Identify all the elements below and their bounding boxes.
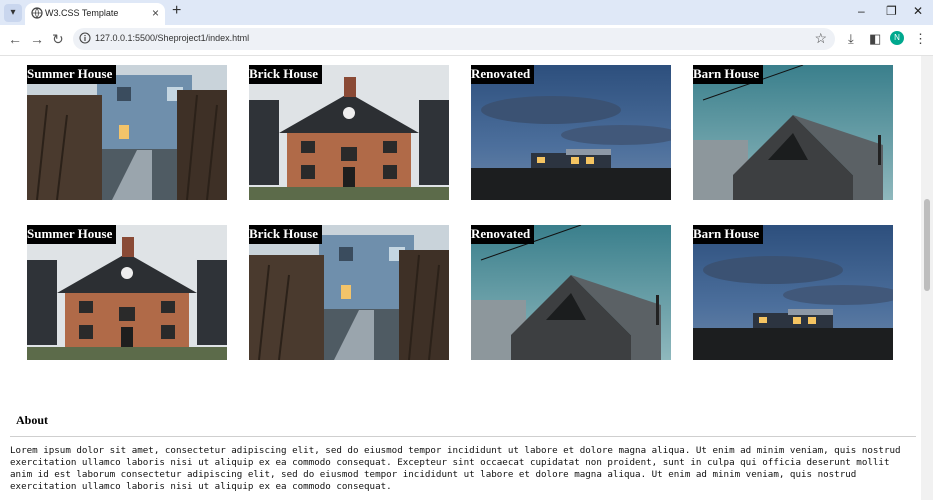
- browser-tab[interactable]: W3.CSS Template ×: [25, 3, 165, 25]
- site-info-icon[interactable]: [79, 32, 91, 44]
- gallery-card-label: Summer House: [27, 225, 117, 244]
- about-paragraph: Lorem ipsum dolor sit amet, consectetur …: [10, 445, 901, 492]
- gallery-card-label: Summer House: [27, 65, 117, 84]
- gallery-card-label: Barn House: [693, 65, 764, 84]
- gallery-card-label: Brick House: [249, 225, 322, 244]
- gallery-card[interactable]: Renovated: [471, 225, 671, 360]
- brick-house-image: [27, 225, 227, 360]
- gallery-card-label: Brick House: [249, 65, 322, 84]
- gallery-card[interactable]: Barn House: [693, 65, 893, 200]
- night-house-image: [693, 225, 893, 360]
- minimize-button[interactable]: –: [858, 4, 865, 18]
- blue-house-image: [249, 225, 449, 360]
- blue-house-image: [27, 65, 227, 200]
- gallery-card-label: Renovated: [471, 65, 535, 84]
- gallery-card[interactable]: Renovated: [471, 65, 671, 200]
- profile-avatar[interactable]: N: [890, 31, 904, 45]
- gallery-card-label: Renovated: [471, 225, 535, 244]
- gallery-card[interactable]: Summer House: [27, 65, 227, 200]
- menu-kebab-icon[interactable]: ⋮: [914, 31, 927, 47]
- url-text: 127.0.0.1:5500/Sheproject1/index.html: [95, 33, 250, 43]
- gallery-card[interactable]: Barn House: [693, 225, 893, 360]
- browser-titlebar: ▾ W3.CSS Template × + – ❐ ✕: [0, 0, 933, 25]
- barn-house-image: [693, 65, 893, 200]
- address-bar[interactable]: 127.0.0.1:5500/Sheproject1/index.html ☆: [73, 28, 835, 50]
- barn-house-image: [471, 225, 671, 360]
- page-scrollbar[interactable]: [921, 56, 933, 500]
- bookmark-star-icon[interactable]: ☆: [814, 30, 827, 47]
- gallery-card[interactable]: Summer House: [27, 225, 227, 360]
- divider: [10, 436, 916, 437]
- night-house-image: [471, 65, 671, 200]
- brick-house-image: [249, 65, 449, 200]
- page-viewport: Summer House Brick House Renovated Barn Hou…: [0, 56, 921, 500]
- gallery-card[interactable]: Brick House: [249, 225, 449, 360]
- scrollbar-thumb[interactable]: [924, 199, 930, 291]
- forward-arrow-icon[interactable]: →: [30, 31, 44, 47]
- download-icon[interactable]: ⤓: [848, 31, 854, 47]
- tab-search-button[interactable]: ▾: [4, 4, 22, 22]
- globe-icon: [31, 7, 43, 19]
- side-panel-icon[interactable]: ◧: [869, 31, 881, 47]
- new-tab-button[interactable]: +: [172, 2, 181, 20]
- tab-close-icon[interactable]: ×: [152, 6, 159, 20]
- back-arrow-icon[interactable]: ←: [8, 31, 22, 47]
- about-heading: About: [16, 413, 49, 427]
- gallery-card-label: Barn House: [693, 225, 764, 244]
- gallery-card[interactable]: Brick House: [249, 65, 449, 200]
- reload-icon[interactable]: ↻: [52, 31, 64, 48]
- browser-toolbar: ← → ↻ 127.0.0.1:5500/Sheproject1/index.h…: [0, 25, 933, 56]
- restore-button[interactable]: ❐: [886, 4, 897, 18]
- tab-title: W3.CSS Template: [45, 8, 119, 18]
- close-window-button[interactable]: ✕: [913, 4, 923, 18]
